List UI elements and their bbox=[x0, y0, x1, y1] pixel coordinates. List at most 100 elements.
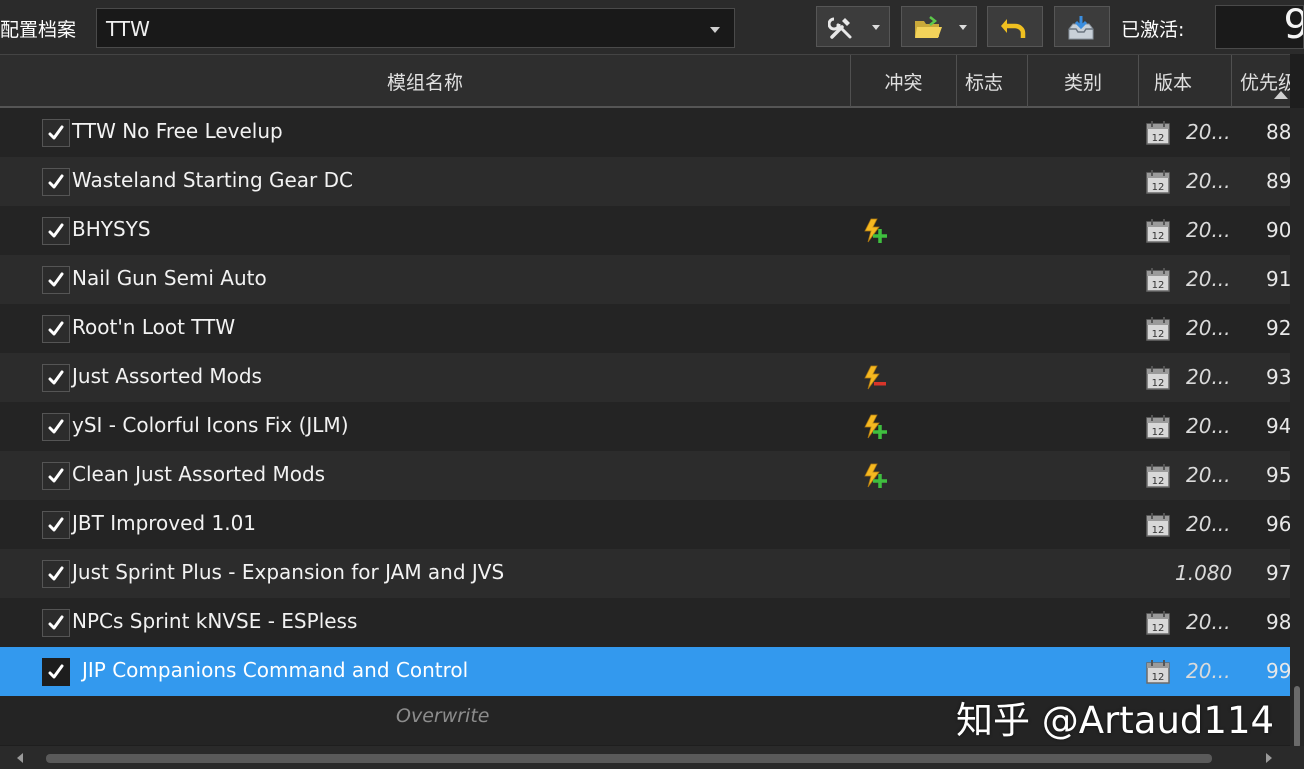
overwrite-plus-icon bbox=[862, 414, 888, 444]
horizontal-scroll-thumb[interactable] bbox=[46, 754, 1212, 763]
checkmark-icon bbox=[48, 615, 64, 630]
checkmark-icon bbox=[48, 223, 64, 238]
checkmark-icon bbox=[48, 174, 64, 189]
svg-text:12: 12 bbox=[1152, 427, 1165, 438]
mod-version: 20... bbox=[1186, 316, 1231, 340]
mod-priority: 93 bbox=[1266, 365, 1290, 389]
column-header-version[interactable]: 版本 bbox=[1139, 55, 1232, 107]
table-header: 模组名称 冲突 标志 类别 版本 优先级 bbox=[0, 54, 1290, 108]
checkmark-icon bbox=[48, 321, 64, 336]
calendar-icon: 12 bbox=[1145, 512, 1171, 542]
column-header-category[interactable]: 类别 bbox=[1028, 55, 1139, 107]
inbox-button[interactable] bbox=[1054, 6, 1110, 47]
column-header-flags[interactable]: 标志 bbox=[957, 55, 1028, 107]
table-row[interactable]: JIP Companions Command and Control 12 20..… bbox=[0, 647, 1290, 696]
enable-checkbox[interactable] bbox=[42, 217, 70, 245]
mod-version: 20... bbox=[1186, 512, 1231, 536]
vertical-scrollbar[interactable] bbox=[1290, 108, 1304, 748]
checkmark-icon bbox=[48, 370, 64, 385]
table-row[interactable]: Wasteland Starting Gear DC 12 20... 89 bbox=[0, 157, 1290, 206]
chevron-down-icon bbox=[872, 25, 880, 30]
svg-text:12: 12 bbox=[1152, 672, 1165, 683]
table-row[interactable]: Clean Just Assorted Mods 12 20... 95 bbox=[0, 451, 1290, 500]
enable-checkbox[interactable] bbox=[42, 315, 70, 343]
column-header-name[interactable]: 模组名称 bbox=[0, 55, 851, 107]
table-row[interactable]: ySI - Colorful Icons Fix (JLM) 12 20... 94 bbox=[0, 402, 1290, 451]
calendar-icon: 12 bbox=[1145, 267, 1171, 297]
tools-icon bbox=[828, 17, 852, 39]
table-row[interactable]: Root'n Loot TTW 12 20... 92 bbox=[0, 304, 1290, 353]
table-row[interactable]: Nail Gun Semi Auto 12 20... 91 bbox=[0, 255, 1290, 304]
mod-version: 20... bbox=[1186, 463, 1231, 487]
scroll-right-icon[interactable] bbox=[1266, 753, 1272, 763]
svg-text:12: 12 bbox=[1152, 280, 1165, 291]
table-row[interactable]: Just Sprint Plus - Expansion for JAM and… bbox=[0, 549, 1290, 598]
mod-version: 1.080 bbox=[1175, 561, 1233, 585]
table-row[interactable]: NPCs Sprint kNVSE - ESPless 12 20... 98 bbox=[0, 598, 1290, 647]
enable-checkbox[interactable] bbox=[42, 266, 70, 294]
open-folder-button[interactable] bbox=[901, 6, 977, 47]
scroll-left-icon[interactable] bbox=[17, 753, 23, 763]
enable-checkbox[interactable] bbox=[42, 364, 70, 392]
mod-version: 20... bbox=[1186, 267, 1231, 291]
overwrite-plus-icon bbox=[862, 218, 888, 248]
calendar-icon: 12 bbox=[1145, 169, 1171, 199]
profile-label: 配置档案 bbox=[0, 19, 77, 41]
calendar-icon: 12 bbox=[1145, 414, 1171, 444]
table-row[interactable]: TTW No Free Levelup 12 20... 88 bbox=[0, 108, 1290, 157]
profile-dropdown[interactable]: TTW bbox=[96, 8, 735, 48]
enable-checkbox[interactable] bbox=[42, 511, 70, 539]
mod-name: NPCs Sprint kNVSE - ESPless bbox=[72, 609, 358, 633]
mod-version: 20... bbox=[1186, 218, 1231, 242]
mod-name: Just Sprint Plus - Expansion for JAM and… bbox=[72, 560, 505, 584]
mod-name: Just Assorted Mods bbox=[72, 364, 262, 388]
column-header-conflicts[interactable]: 冲突 bbox=[851, 55, 957, 107]
undo-button[interactable] bbox=[987, 6, 1043, 47]
mod-version: 20... bbox=[1186, 610, 1231, 634]
svg-text:12: 12 bbox=[1152, 133, 1165, 144]
mod-priority: 89 bbox=[1266, 169, 1290, 193]
enable-checkbox[interactable] bbox=[42, 560, 70, 588]
calendar-icon: 12 bbox=[1145, 218, 1171, 248]
overwrite-plus-icon bbox=[862, 463, 888, 493]
tools-button[interactable] bbox=[816, 6, 890, 47]
enable-checkbox[interactable] bbox=[42, 462, 70, 490]
toolbar: 配置档案 TTW 已激活: bbox=[0, 0, 1304, 54]
svg-text:12: 12 bbox=[1152, 182, 1165, 193]
calendar-icon: 12 bbox=[1145, 120, 1171, 150]
mod-priority: 96 bbox=[1266, 512, 1290, 536]
enable-checkbox[interactable] bbox=[42, 413, 70, 441]
mod-name: JIP Companions Command and Control bbox=[82, 658, 469, 682]
open-folder-icon bbox=[915, 16, 942, 38]
enable-checkbox[interactable] bbox=[42, 168, 70, 196]
column-header-priority[interactable]: 优先级 bbox=[1232, 55, 1290, 107]
undo-icon bbox=[1001, 19, 1026, 38]
mod-name: Wasteland Starting Gear DC bbox=[72, 168, 354, 192]
mod-name: JBT Improved 1.01 bbox=[72, 511, 257, 535]
vertical-scroll-thumb[interactable] bbox=[1294, 686, 1300, 748]
mod-priority: 92 bbox=[1266, 316, 1290, 340]
calendar-icon: 12 bbox=[1145, 463, 1171, 493]
chevron-down-icon bbox=[959, 25, 967, 30]
checkmark-icon bbox=[48, 125, 64, 140]
sort-ascending-icon bbox=[1274, 91, 1288, 99]
mod-version: 20... bbox=[1186, 120, 1231, 144]
active-count-field: 9 bbox=[1215, 5, 1304, 49]
mod-priority: 91 bbox=[1266, 267, 1290, 291]
chevron-down-icon bbox=[710, 27, 720, 33]
table-row[interactable]: Just Assorted Mods 12 20... 93 bbox=[0, 353, 1290, 402]
profile-value: TTW bbox=[106, 17, 150, 41]
table-row[interactable]: BHYSYS 12 20... 90 bbox=[0, 206, 1290, 255]
mod-version: 20... bbox=[1186, 169, 1231, 193]
checkmark-icon bbox=[48, 272, 64, 287]
mod-name: Nail Gun Semi Auto bbox=[72, 266, 267, 290]
calendar-icon: 12 bbox=[1145, 610, 1171, 640]
horizontal-scrollbar[interactable] bbox=[0, 746, 1304, 769]
enable-checkbox[interactable] bbox=[42, 609, 70, 637]
calendar-icon: 12 bbox=[1145, 316, 1171, 346]
checkmark-icon bbox=[48, 419, 64, 434]
mod-name: BHYSYS bbox=[72, 217, 151, 241]
table-row[interactable]: JBT Improved 1.01 12 20... 96 bbox=[0, 500, 1290, 549]
enable-checkbox[interactable] bbox=[42, 119, 70, 147]
enable-checkbox[interactable] bbox=[42, 658, 70, 686]
